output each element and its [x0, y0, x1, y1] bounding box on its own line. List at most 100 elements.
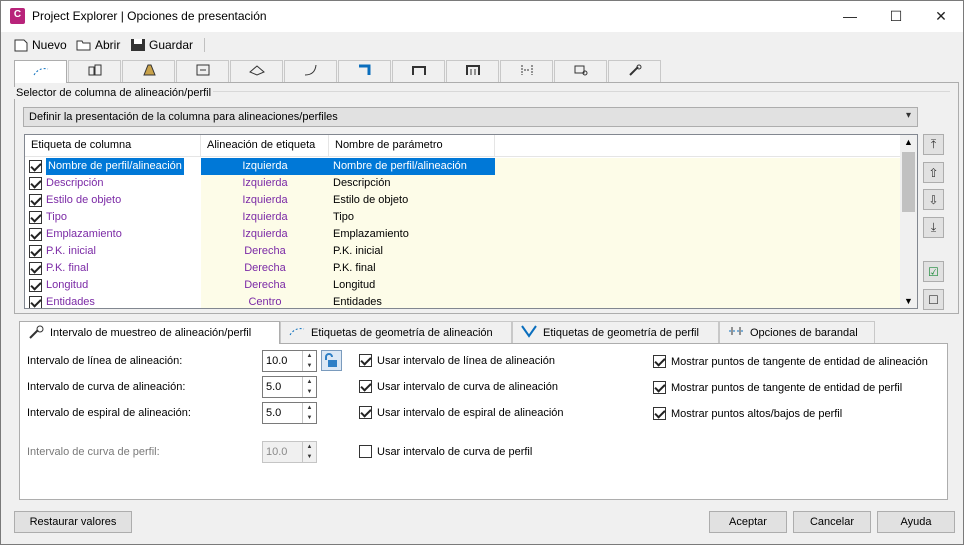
header-label-alignment[interactable]: Alineación de etiqueta [201, 135, 329, 157]
checkbox[interactable] [359, 354, 372, 367]
cancel-button[interactable]: Cancelar [793, 511, 871, 533]
column-label-cell[interactable]: Descripción [25, 175, 201, 192]
new-button[interactable]: Nuevo [13, 36, 67, 54]
tab-wrench[interactable] [608, 60, 661, 82]
show-profile-tangent-checkbox[interactable]: Mostrar puntos de tangente de entidad de… [653, 381, 902, 394]
column-label-cell[interactable]: Estilo de objeto [25, 192, 201, 209]
row-checkbox[interactable] [29, 228, 42, 241]
maximize-button[interactable]: ☐ [873, 1, 919, 32]
label-alignment-cell[interactable]: Izquierda [201, 175, 329, 192]
scroll-thumb[interactable] [902, 152, 915, 212]
parameter-name-cell[interactable]: Estilo de objeto [329, 192, 495, 209]
parameter-name-cell[interactable]: Tipo [329, 209, 495, 226]
label-alignment-cell[interactable]: Izquierda [201, 226, 329, 243]
help-button[interactable]: Ayuda [877, 511, 955, 533]
alignment-spiral-interval-stepper[interactable]: 5.0 ▲ ▼ [262, 402, 317, 424]
parameter-name-cell[interactable]: Emplazamiento [329, 226, 495, 243]
column-label-cell[interactable]: Entidades [25, 294, 201, 308]
checkbox[interactable] [359, 406, 372, 419]
table-row[interactable]: Longitud Derecha Longitud [25, 277, 901, 294]
tab-sampling-interval[interactable]: Intervalo de muestreo de alineación/perf… [19, 321, 280, 344]
parameter-name-cell[interactable]: Longitud [329, 277, 495, 294]
parameter-name-cell[interactable]: P.K. inicial [329, 243, 495, 260]
scroll-up-icon[interactable]: ▲ [904, 137, 913, 147]
row-checkbox[interactable] [29, 262, 42, 275]
move-top-button[interactable]: ⤒ [923, 134, 944, 155]
header-parameter-name[interactable]: Nombre de parámetro [329, 135, 495, 157]
table-row[interactable]: Entidades Centro Entidades [25, 294, 901, 308]
accept-button[interactable]: Aceptar [709, 511, 787, 533]
scroll-down-icon[interactable]: ▼ [904, 296, 913, 306]
checkbox[interactable] [359, 445, 372, 458]
save-button[interactable]: Guardar [130, 36, 193, 54]
label-alignment-cell[interactable]: Izquierda [201, 158, 329, 175]
move-down-button[interactable]: ⇩ [923, 189, 944, 210]
stepper-up-icon[interactable]: ▲ [303, 403, 316, 413]
checkbox[interactable] [653, 407, 666, 420]
stepper-down-icon[interactable]: ▼ [303, 413, 316, 423]
header-column-label[interactable]: Etiqueta de columna [25, 135, 201, 157]
tab-railing-options[interactable]: Opciones de barandal [719, 321, 875, 343]
tab-corridor[interactable] [338, 60, 391, 82]
parameter-name-cell[interactable]: Nombre de perfil/alineación [329, 158, 495, 175]
column-label-cell[interactable]: Tipo [25, 209, 201, 226]
use-curve-interval-checkbox[interactable]: Usar intervalo de curva de alineación [359, 380, 558, 393]
move-up-button[interactable]: ⇧ [923, 162, 944, 183]
close-button[interactable]: ✕ [918, 1, 964, 32]
use-profile-curve-interval-checkbox[interactable]: Usar intervalo de curva de perfil [359, 445, 532, 458]
tab-alignment-geometry-labels[interactable]: Etiquetas de geometría de alineación [280, 321, 512, 343]
tab-pressure-pipe[interactable] [446, 60, 499, 82]
checkbox[interactable] [653, 381, 666, 394]
parameter-name-cell[interactable]: P.K. final [329, 260, 495, 277]
tab-pipe-network[interactable] [392, 60, 445, 82]
row-checkbox[interactable] [29, 211, 42, 224]
checkbox[interactable] [653, 355, 666, 368]
tab-inspection[interactable] [554, 60, 607, 82]
tab-surface[interactable] [230, 60, 283, 82]
table-row[interactable]: Tipo Izquierda Tipo [25, 209, 901, 226]
minimize-button[interactable]: — [827, 1, 873, 32]
checkbox[interactable] [359, 380, 372, 393]
row-checkbox[interactable] [29, 296, 42, 308]
alignment-curve-interval-value[interactable]: 5.0 [266, 381, 281, 393]
table-row[interactable]: Nombre de perfil/alineación Izquierda Nomb… [25, 158, 901, 175]
tab-profile-geometry-labels[interactable]: Etiquetas de geometría de perfil [512, 321, 719, 343]
row-checkbox[interactable] [29, 245, 42, 258]
table-row[interactable]: Descripción Izquierda Descripción [25, 175, 901, 192]
alignment-spiral-interval-value[interactable]: 5.0 [266, 407, 281, 419]
table-row[interactable]: P.K. inicial Derecha P.K. inicial [25, 243, 901, 260]
row-checkbox[interactable] [29, 194, 42, 207]
column-label-cell[interactable]: Emplazamiento [25, 226, 201, 243]
column-label-cell[interactable]: Longitud [25, 277, 201, 294]
table-row[interactable]: Estilo de objeto Izquierda Estilo de objet… [25, 192, 901, 209]
move-bottom-button[interactable]: ⤓ [923, 217, 944, 238]
check-all-button[interactable]: ☑ [923, 261, 944, 282]
tab-buildings[interactable] [68, 60, 121, 82]
tab-section[interactable] [500, 60, 553, 82]
label-alignment-cell[interactable]: Izquierda [201, 192, 329, 209]
restore-defaults-button[interactable]: Restaurar valores [14, 511, 132, 533]
grid-scrollbar[interactable]: ▲ ▼ [900, 135, 917, 308]
show-profile-high-low-checkbox[interactable]: Mostrar puntos altos/bajos de perfil [653, 407, 842, 420]
column-label-cell[interactable]: P.K. final [25, 260, 201, 277]
row-checkbox[interactable] [29, 160, 42, 173]
tab-road[interactable] [122, 60, 175, 82]
table-row[interactable]: Emplazamiento Izquierda Emplazamiento [25, 226, 901, 243]
alignment-curve-interval-stepper[interactable]: 5.0 ▲ ▼ [262, 376, 317, 398]
open-button[interactable]: Abrir [76, 36, 120, 54]
label-alignment-cell[interactable]: Derecha [201, 260, 329, 277]
tab-alignment[interactable] [14, 60, 67, 83]
tab-frame[interactable] [176, 60, 229, 82]
column-label-cell[interactable]: P.K. inicial [25, 243, 201, 260]
row-checkbox[interactable] [29, 279, 42, 292]
parameter-name-cell[interactable]: Descripción [329, 175, 495, 192]
parameter-name-cell[interactable]: Entidades [329, 294, 495, 308]
show-alignment-tangent-checkbox[interactable]: Mostrar puntos de tangente de entidad de… [653, 355, 928, 368]
unlock-toggle-button[interactable] [321, 350, 342, 371]
stepper-up-icon[interactable]: ▲ [303, 377, 316, 387]
tab-curve[interactable] [284, 60, 337, 82]
label-alignment-cell[interactable]: Derecha [201, 243, 329, 260]
column-grid[interactable]: Etiqueta de columna Alineación de etique… [24, 134, 918, 309]
stepper-down-icon[interactable]: ▼ [303, 387, 316, 397]
row-checkbox[interactable] [29, 177, 42, 190]
